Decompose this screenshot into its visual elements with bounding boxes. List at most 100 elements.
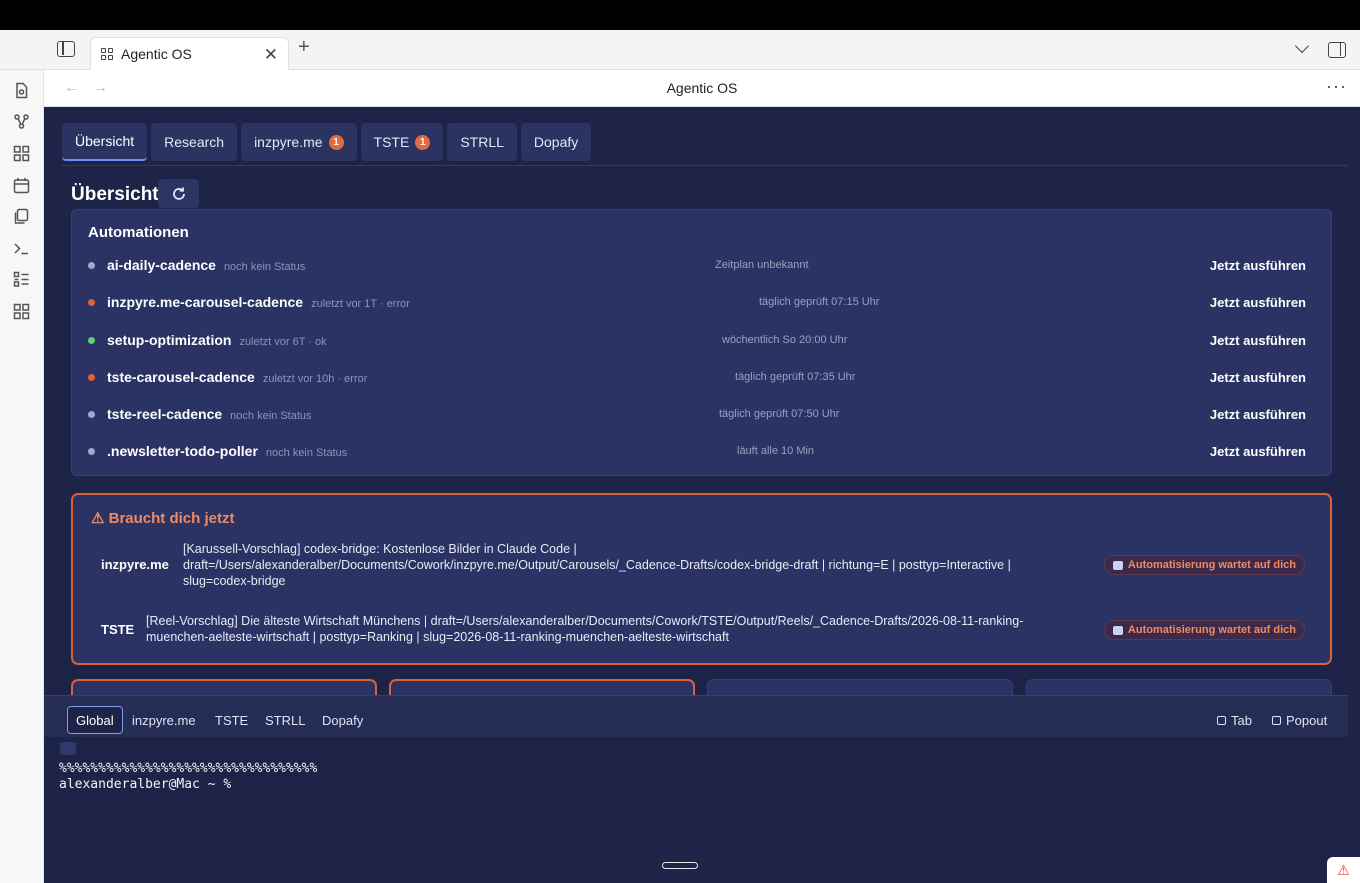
terminal[interactable]: %%%%%%%%%%%%%%%%%%%%%%%%%%%%%%%%% alexan… (44, 737, 1348, 883)
tab-tste[interactable]: TSTE 1 (360, 123, 444, 161)
tab-research[interactable]: Research (151, 123, 238, 161)
popout-icon (1272, 716, 1281, 725)
popout-button[interactable]: Popout (1272, 713, 1327, 728)
run-now-button[interactable]: Jetzt ausführen (1210, 295, 1306, 310)
chevron-down-icon[interactable] (1294, 38, 1310, 54)
alert-item[interactable]: TSTE [Reel-Vorschlag] Die älteste Wirtsc… (101, 613, 1305, 647)
terminal-tab-global[interactable]: Global (67, 706, 123, 734)
browser-tab-agentic-os[interactable]: Agentic OS ✕ (90, 37, 289, 70)
right-gutter (1348, 107, 1360, 883)
refresh-button[interactable] (158, 179, 199, 208)
terminal-tab-tste[interactable]: TSTE (207, 706, 256, 734)
dashboard-icon[interactable] (13, 145, 30, 162)
tab-icon (1217, 716, 1226, 725)
terminal-checkbox[interactable] (60, 742, 76, 755)
list-icon[interactable] (13, 271, 30, 288)
automation-name: setup-optimization zuletzt vor 6T · ok (107, 332, 327, 348)
run-now-button[interactable]: Jetzt ausführen (1210, 407, 1306, 422)
automation-name: ai-daily-cadence noch kein Status (107, 257, 306, 273)
run-now-button[interactable]: Jetzt ausführen (1210, 370, 1306, 385)
alert-item[interactable]: inzpyre.me [Karussell-Vorschlag] codex-b… (101, 541, 1305, 591)
project-card-peek[interactable] (707, 679, 1013, 695)
terminal-icon[interactable] (13, 240, 30, 257)
close-tab-icon[interactable]: ✕ (264, 46, 278, 63)
automation-schedule: wöchentlich So 20:00 Uhr (722, 334, 848, 346)
automation-status: noch kein Status (223, 261, 306, 273)
terminal-line: %%%%%%%%%%%%%%%%%%%%%%%%%%%%%%%%% (59, 761, 318, 776)
automation-name: tste-reel-cadence noch kein Status (107, 406, 312, 422)
grid-icon (101, 48, 113, 60)
automations-title: Automationen (88, 224, 189, 241)
status-dot (88, 262, 95, 269)
right-panel-toggle-icon[interactable] (1328, 42, 1346, 58)
browser-tab-strip: Agentic OS ✕ + (0, 30, 1360, 70)
terminal-tab-strll[interactable]: STRLL (257, 706, 313, 734)
automation-schedule: täglich geprüft 07:15 Uhr (759, 296, 880, 308)
notification-badge: 1 (328, 134, 344, 150)
automation-schedule: täglich geprüft 07:50 Uhr (719, 408, 840, 420)
automation-row: .newsletter-todo-poller noch kein Status l… (88, 441, 1306, 463)
automation-row: inzpyre.me-carousel-cadence zuletzt vor 1… (88, 292, 1306, 314)
page-title: Agentic OS (666, 80, 738, 96)
refresh-icon (172, 187, 185, 200)
automation-row: setup-optimization zuletzt vor 6T · ok wöc… (88, 330, 1306, 352)
automation-status: zuletzt vor 6T · ok (239, 336, 327, 348)
resize-handle[interactable] (662, 862, 698, 869)
alert-message: [Karussell-Vorschlag] codex-bridge: Kost… (183, 542, 1011, 588)
more-options-icon[interactable]: ··· (1326, 76, 1347, 97)
file-search-icon[interactable] (13, 82, 30, 99)
automation-status: zuletzt vor 10h · error (262, 373, 368, 385)
project-card-peek[interactable] (389, 679, 695, 695)
status-dot (88, 299, 95, 306)
terminal-tab-dopafy[interactable]: Dopafy (314, 706, 371, 734)
tab-dopafy[interactable]: Dopafy (520, 123, 592, 161)
app-tabs: Übersicht Research inzpyre.me 1 TSTE 1 STR… (62, 123, 592, 161)
attention-title: ⚠ Braucht dich jetzt (91, 510, 235, 527)
automation-schedule: Zeitplan unbekannt (715, 259, 809, 271)
apps-icon[interactable] (13, 303, 30, 320)
graph-icon[interactable] (13, 113, 30, 130)
page-nav-bar: ← → Agentic OS ··· (44, 70, 1360, 107)
tabs-divider (62, 165, 1348, 166)
run-now-button[interactable]: Jetzt ausführen (1210, 258, 1306, 273)
project-card-peek[interactable] (1026, 679, 1332, 695)
screen-top-bar (0, 0, 1360, 30)
left-rail (0, 70, 44, 883)
waiting-badge[interactable]: Automatisierung wartet auf dich (1103, 620, 1305, 640)
automation-status: noch kein Status (265, 447, 348, 459)
run-now-button[interactable]: Jetzt ausführen (1210, 333, 1306, 348)
automation-status: zuletzt vor 1T · error (311, 298, 410, 310)
automation-schedule: läuft alle 10 Min (737, 445, 815, 457)
tab-strll[interactable]: STRLL (447, 123, 517, 161)
sync-error-icon[interactable]: ⚠ (1327, 857, 1360, 883)
status-dot (88, 337, 95, 344)
run-now-button[interactable]: Jetzt ausführen (1210, 444, 1306, 459)
copy-icon[interactable] (13, 208, 30, 225)
status-dot (88, 448, 95, 455)
overview-title: Übersicht (71, 184, 159, 205)
terminal-tab-inzpyre[interactable]: inzpyre.me (124, 706, 204, 734)
automation-name: .newsletter-todo-poller noch kein Status (107, 443, 348, 459)
sidebar-toggle-icon[interactable] (57, 41, 75, 57)
tab-uebersicht[interactable]: Übersicht (62, 123, 148, 161)
open-in-tab-button[interactable]: Tab (1217, 713, 1252, 728)
status-dot (88, 374, 95, 381)
alert-project: TSTE (101, 622, 135, 637)
tab-inzpyre[interactable]: inzpyre.me 1 (241, 123, 357, 161)
attention-card: ⚠ Braucht dich jetzt inzpyre.me [Karusse… (71, 493, 1332, 665)
notification-badge: 1 (415, 134, 431, 150)
calendar-icon[interactable] (13, 177, 30, 194)
project-card-peek[interactable] (71, 679, 377, 695)
robot-icon (1112, 560, 1123, 570)
new-tab-icon[interactable]: + (298, 37, 310, 57)
alert-project: inzpyre.me (101, 557, 169, 572)
automation-row: tste-reel-cadence noch kein Status täglich… (88, 404, 1306, 426)
automation-name: tste-carousel-cadence zuletzt vor 10h · e… (107, 369, 368, 385)
terminal-prompt[interactable]: alexanderalber@Mac ~ % (59, 777, 239, 792)
waiting-badge[interactable]: Automatisierung wartet auf dich (1103, 555, 1305, 575)
status-dot (88, 411, 95, 418)
automations-card: Automationen ai-daily-cadence noch kein S… (71, 209, 1332, 476)
terminal-tab-bar: Global inzpyre.me TSTE STRLL Dopafy Tab … (44, 695, 1348, 737)
automation-status: noch kein Status (230, 410, 312, 422)
robot-icon (1112, 625, 1123, 635)
